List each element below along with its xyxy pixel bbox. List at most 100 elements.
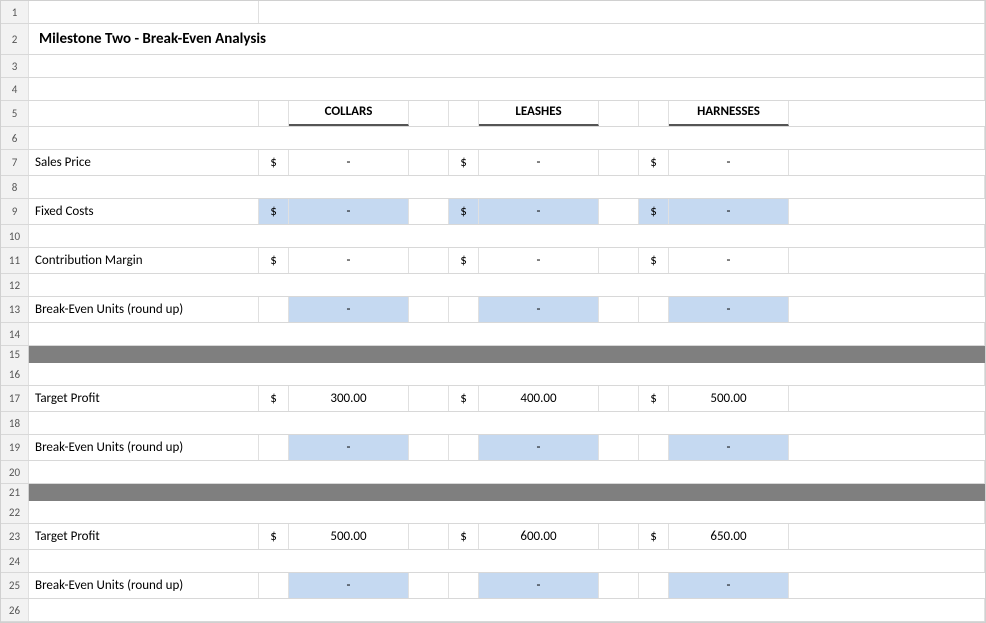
be2-val-collars[interactable]: - — [289, 435, 409, 460]
be3-val-collars[interactable]: - — [289, 573, 409, 598]
gap-be1-2 — [599, 297, 639, 322]
be1-gap-2 — [449, 297, 479, 322]
row-8: 8 — [1, 176, 985, 199]
divider-2: 21 — [1, 484, 985, 501]
row-num-20: 20 — [1, 461, 29, 483]
header-collars: COLLARS — [289, 101, 409, 126]
row-num-8: 8 — [1, 176, 29, 198]
gap-cm-1 — [409, 248, 449, 273]
cm-val-collars[interactable]: - — [289, 248, 409, 273]
row-20: 20 — [1, 461, 985, 484]
cell-8 — [29, 176, 985, 198]
cell-14 — [29, 323, 985, 345]
row-num-13: 13 — [1, 297, 29, 322]
cell-1-label — [29, 1, 259, 23]
cell-3 — [29, 55, 985, 77]
collars-dollar-spacer — [259, 101, 289, 126]
tp1-val-collars[interactable]: 300.00 — [289, 386, 409, 411]
gap-tp1-1 — [409, 386, 449, 411]
row-num-6: 6 — [1, 127, 29, 149]
tp2-val-harnesses[interactable]: 650.00 — [669, 524, 789, 549]
row-num-3: 3 — [1, 55, 29, 77]
cell-10 — [29, 225, 985, 247]
row-12: 12 — [1, 274, 985, 297]
sales-price-dollar-2: $ — [449, 150, 479, 175]
cell-16 — [29, 363, 985, 385]
sales-price-val-collars[interactable]: - — [289, 150, 409, 175]
row-num-7: 7 — [1, 150, 29, 175]
cell-24 — [29, 550, 985, 572]
cm-val-leashes[interactable]: - — [479, 248, 599, 273]
fixed-costs-val-collars[interactable]: - — [289, 199, 409, 224]
row-26: 26 — [1, 599, 985, 622]
gap-tp2-2 — [599, 524, 639, 549]
cell-20 — [29, 461, 985, 483]
row-1: 1 — [1, 1, 985, 24]
tp2-val-leashes[interactable]: 600.00 — [479, 524, 599, 549]
gap2 — [599, 101, 639, 126]
fixed-costs-val-harnesses[interactable]: - — [669, 199, 789, 224]
label-breakeven-1: Break-Even Units (round up) — [29, 297, 259, 322]
label-contribution-margin: Contribution Margin — [29, 248, 259, 273]
row-10: 10 — [1, 225, 985, 248]
cm-dollar-1: $ — [259, 248, 289, 273]
gap-cm-2 — [599, 248, 639, 273]
row-2: 2 Milestone Two - Break-Even Analysis — [1, 24, 985, 55]
sales-price-val-leashes[interactable]: - — [479, 150, 599, 175]
spreadsheet: 1 2 Milestone Two - Break-Even Analysis … — [0, 0, 986, 623]
label-breakeven-2: Break-Even Units (round up) — [29, 435, 259, 460]
be3-gap-3 — [639, 573, 669, 598]
row-num-16: 16 — [1, 363, 29, 385]
row-11-contribution-margin: 11 Contribution Margin $ - $ - $ - — [1, 248, 985, 274]
be1-val-leashes[interactable]: - — [479, 297, 599, 322]
tp2-val-collars[interactable]: 500.00 — [289, 524, 409, 549]
row-num-24: 24 — [1, 550, 29, 572]
label-sales-price: Sales Price — [29, 150, 259, 175]
be3-val-leashes[interactable]: - — [479, 573, 599, 598]
row-num-25: 25 — [1, 573, 29, 598]
cm-dollar-2: $ — [449, 248, 479, 273]
tp2-dollar-2: $ — [449, 524, 479, 549]
be1-gap-3 — [639, 297, 669, 322]
row-9-fixed-costs: 9 Fixed Costs $ - $ - $ - — [1, 199, 985, 225]
sales-price-dollar-1: $ — [259, 150, 289, 175]
sales-price-dollar-3: $ — [639, 150, 669, 175]
gap-sp-2 — [599, 150, 639, 175]
header-empty — [29, 101, 259, 126]
row-num-11: 11 — [1, 248, 29, 273]
tp1-val-harnesses[interactable]: 500.00 — [669, 386, 789, 411]
row-num-14: 14 — [1, 323, 29, 345]
fixed-costs-dollar-3: $ — [639, 199, 669, 224]
row-num-1: 1 — [1, 1, 29, 23]
header-harnesses: HARNESSES — [669, 101, 789, 126]
tp1-val-leashes[interactable]: 400.00 — [479, 386, 599, 411]
gap-tp2-1 — [409, 524, 449, 549]
gap-sp-1 — [409, 150, 449, 175]
fixed-costs-dollar-1: $ — [259, 199, 289, 224]
be3-val-harnesses[interactable]: - — [669, 573, 789, 598]
be1-val-harnesses[interactable]: - — [669, 297, 789, 322]
be2-gap-2 — [449, 435, 479, 460]
be2-val-harnesses[interactable]: - — [669, 435, 789, 460]
row-17-target-profit-1: 17 Target Profit $ 300.00 $ 400.00 $ 500… — [1, 386, 985, 412]
fixed-costs-val-leashes[interactable]: - — [479, 199, 599, 224]
leashes-dollar-spacer — [449, 101, 479, 126]
row-3: 3 — [1, 55, 985, 78]
row-5-headers: 5 COLLARS LEASHES HARNESSES — [1, 101, 985, 127]
row-23-target-profit-2: 23 Target Profit $ 500.00 $ 600.00 $ 650… — [1, 524, 985, 550]
tp1-dollar-3: $ — [639, 386, 669, 411]
row-num-22: 22 — [1, 501, 29, 523]
be2-val-leashes[interactable]: - — [479, 435, 599, 460]
cm-val-harnesses[interactable]: - — [669, 248, 789, 273]
row-num-23: 23 — [1, 524, 29, 549]
cell-4 — [29, 78, 985, 100]
row-18: 18 — [1, 412, 985, 435]
sales-price-val-harnesses[interactable]: - — [669, 150, 789, 175]
gap-be3-1 — [409, 573, 449, 598]
label-breakeven-3: Break-Even Units (round up) — [29, 573, 259, 598]
row-16: 16 — [1, 363, 985, 386]
be2-gap-3 — [639, 435, 669, 460]
tp2-dollar-3: $ — [639, 524, 669, 549]
be3-gap-2 — [449, 573, 479, 598]
be1-val-collars[interactable]: - — [289, 297, 409, 322]
